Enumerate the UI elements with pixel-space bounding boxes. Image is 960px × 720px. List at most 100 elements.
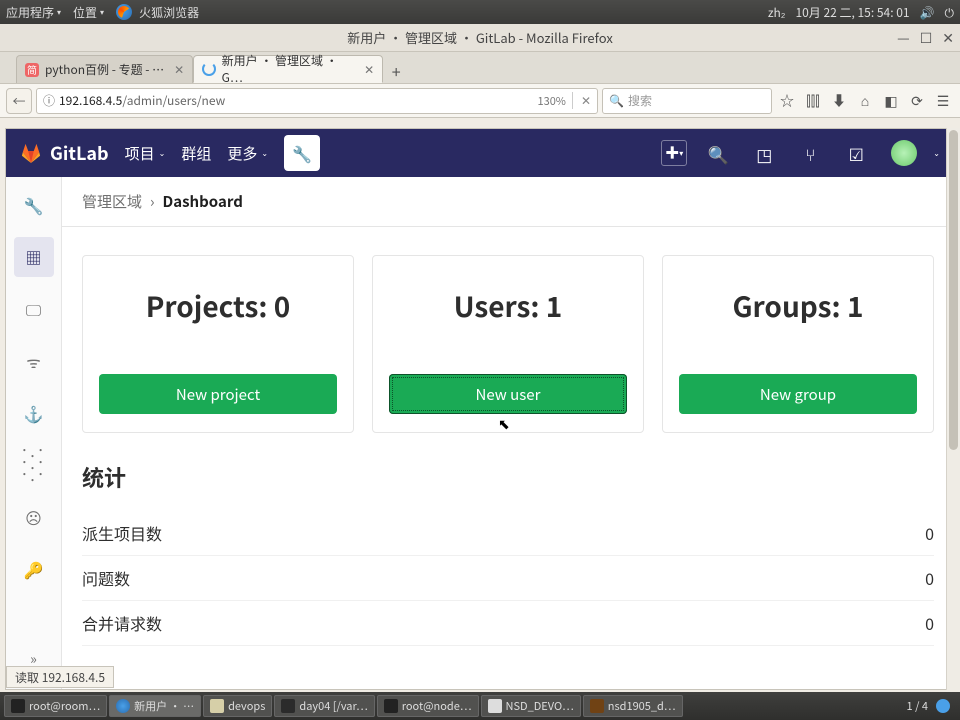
breadcrumb-current: Dashboard xyxy=(163,191,243,212)
todos-icon[interactable]: ☑ xyxy=(841,141,871,166)
new-dropdown-button[interactable]: ✚ ▾ xyxy=(661,140,687,166)
sidebar-overview-icon[interactable]: 🔧 xyxy=(14,185,54,225)
users-card: Users: 1 New user xyxy=(372,255,644,433)
task-item[interactable]: 新用户 · … xyxy=(109,695,201,717)
gnome-taskbar: root@room… 新用户 · … devops day04 [/var… r… xyxy=(0,692,960,720)
search-placeholder: 搜索 xyxy=(628,92,652,109)
doc-icon xyxy=(488,699,502,713)
sidebar-dashboard-icon[interactable]: ▦ xyxy=(14,237,54,277)
new-group-button[interactable]: New group xyxy=(679,374,917,414)
power-icon[interactable]: ⏻ xyxy=(945,4,955,21)
nav-projects[interactable]: 项目 ⌄ xyxy=(125,143,166,164)
users-count: Users: 1 xyxy=(389,286,627,326)
user-avatar[interactable] xyxy=(891,140,917,166)
volume-icon[interactable]: 🔊 xyxy=(920,4,935,21)
gnome-clock: 10月 22 二, 15: 54: 01 xyxy=(795,4,909,21)
new-tab-button[interactable]: + xyxy=(383,59,409,83)
breadcrumb: 管理区域 › Dashboard xyxy=(62,177,954,227)
sidebar-deploy-keys-icon[interactable]: 🔑 xyxy=(14,549,54,589)
firefox-icon xyxy=(116,699,130,713)
breadcrumb-root[interactable]: 管理区域 xyxy=(82,191,142,212)
task-item[interactable]: day04 [/var… xyxy=(274,695,374,717)
stat-label: 合并请求数 xyxy=(82,611,162,635)
admin-wrench-button[interactable]: 🔧 xyxy=(284,135,320,171)
status-bar: 读取 192.168.4.5 xyxy=(6,666,114,688)
url-host: 192.168.4.5 xyxy=(59,92,122,109)
library-icon[interactable]: ⫿⫿⫿ xyxy=(802,90,824,112)
window-close-button[interactable]: ✕ xyxy=(942,28,954,48)
favicon-icon: 简 xyxy=(25,63,39,77)
hamburger-menu-icon[interactable]: ☰ xyxy=(932,90,954,112)
zoom-level: 130% xyxy=(537,93,571,109)
info-icon: ⓘ xyxy=(43,92,55,109)
zoom-reset-button[interactable]: ✕ xyxy=(572,92,591,109)
firefox-icon xyxy=(116,4,132,20)
gitlab-top-nav: GitLab 项目 ⌄ 群组 更多 ⌄ 🔧 ✚ ▾ 🔍 ◳ ⑂ ☑ ⌄ xyxy=(6,129,954,177)
task-item[interactable]: nsd1905_d… xyxy=(583,695,683,717)
new-user-button[interactable]: New user xyxy=(389,374,627,414)
sidebar-abuse-icon[interactable]: ☹ xyxy=(14,497,54,537)
stat-label: 问题数 xyxy=(82,566,130,590)
gnome-applications-menu[interactable]: 应用程序 ▾ xyxy=(6,4,61,21)
browser-tab-1[interactable]: 简 python百例 - 专题 - … ✕ xyxy=(16,55,193,83)
back-button[interactable]: ← xyxy=(6,88,32,114)
gnome-top-bar: 应用程序 ▾ 位置 ▾ 火狐浏览器 zh₂ 10月 22 二, 15: 54: … xyxy=(0,0,960,24)
gitlab-logo[interactable]: GitLab xyxy=(20,140,109,166)
tab-close-button[interactable]: ✕ xyxy=(174,61,184,78)
stat-value: 0 xyxy=(925,521,934,545)
notification-icon[interactable] xyxy=(936,699,950,713)
window-title-bar: 新用户 · 管理区域 · GitLab - Mozilla Firefox — … xyxy=(0,24,960,52)
address-bar[interactable]: ⓘ 192.168.4.5/admin/users/new 130% ✕ xyxy=(36,88,598,114)
sidebar-broadcast-icon[interactable]: ᯤ xyxy=(14,341,54,381)
gnome-places-menu[interactable]: 位置 ▾ xyxy=(73,4,104,21)
window-maximize-button[interactable]: ☐ xyxy=(920,28,933,48)
gnome-firefox-launcher[interactable]: 火狐浏览器 xyxy=(116,4,199,21)
stat-row: 问题数 0 xyxy=(82,556,934,601)
sidebar-monitoring-icon[interactable]: 🖵 xyxy=(14,289,54,329)
workspace-pager[interactable]: 1 / 4 xyxy=(907,698,928,714)
bookmark-star-icon[interactable]: ☆ xyxy=(776,90,798,112)
task-item[interactable]: root@node… xyxy=(377,695,479,717)
nav-more[interactable]: 更多 ⌄ xyxy=(227,143,268,164)
search-icon: 🔍 xyxy=(609,92,624,109)
groups-count: Groups: 1 xyxy=(679,286,917,326)
sidebar-hooks-icon[interactable]: ⚓ xyxy=(14,393,54,433)
gnome-ime-indicator[interactable]: zh₂ xyxy=(768,4,786,21)
search-box[interactable]: 🔍 搜索 xyxy=(602,88,772,114)
breadcrumb-separator: › xyxy=(150,191,155,212)
admin-main: 管理区域 › Dashboard Projects: 0 New project… xyxy=(62,177,954,689)
projects-card: Projects: 0 New project xyxy=(82,255,354,433)
task-item[interactable]: devops xyxy=(203,695,272,717)
tab-label: 新用户 · 管理区域 · G… xyxy=(222,52,354,86)
terminal-icon xyxy=(384,699,398,713)
nav-groups[interactable]: 群组 xyxy=(181,143,211,164)
sidebar-applications-icon[interactable]: • • •• • •• • • xyxy=(14,445,54,485)
sync-icon[interactable]: ⟳ xyxy=(906,90,928,112)
statistics-section: 统计 派生项目数 0 问题数 0 合并请求数 0 xyxy=(62,443,954,664)
gitlab-brand-text: GitLab xyxy=(50,140,109,166)
window-title: 新用户 · 管理区域 · GitLab - Mozilla Firefox xyxy=(347,28,613,47)
browser-tab-2[interactable]: 新用户 · 管理区域 · G… ✕ xyxy=(193,55,383,83)
new-project-button[interactable]: New project xyxy=(99,374,337,414)
tab-label: python百例 - 专题 - … xyxy=(45,61,164,78)
issues-icon[interactable]: ◳ xyxy=(749,141,779,166)
folder-icon xyxy=(210,699,224,713)
home-icon[interactable]: ⌂ xyxy=(854,90,876,112)
merge-requests-icon[interactable]: ⑂ xyxy=(795,141,825,166)
browser-tab-strip: 简 python百例 - 专题 - … ✕ 新用户 · 管理区域 · G… ✕ … xyxy=(0,52,960,84)
stat-label: 派生项目数 xyxy=(82,521,162,545)
task-item[interactable]: NSD_DEVO… xyxy=(481,695,581,717)
stat-value: 0 xyxy=(925,566,934,590)
browser-toolbar: ← ⓘ 192.168.4.5/admin/users/new 130% ✕ 🔍… xyxy=(0,84,960,118)
stat-row: 派生项目数 0 xyxy=(82,511,934,556)
search-icon[interactable]: 🔍 xyxy=(703,141,733,166)
sidebar-icon[interactable]: ◧ xyxy=(880,90,902,112)
wrench-icon: 🔧 xyxy=(292,141,312,165)
window-minimize-button[interactable]: — xyxy=(897,28,910,48)
tab-close-button[interactable]: ✕ xyxy=(364,61,374,78)
scroll-thumb[interactable] xyxy=(949,130,958,450)
downloads-icon[interactable]: ⬇ xyxy=(828,90,850,112)
loading-icon xyxy=(202,62,215,76)
task-item[interactable]: root@room… xyxy=(4,695,107,717)
scrollbar[interactable] xyxy=(946,128,960,690)
